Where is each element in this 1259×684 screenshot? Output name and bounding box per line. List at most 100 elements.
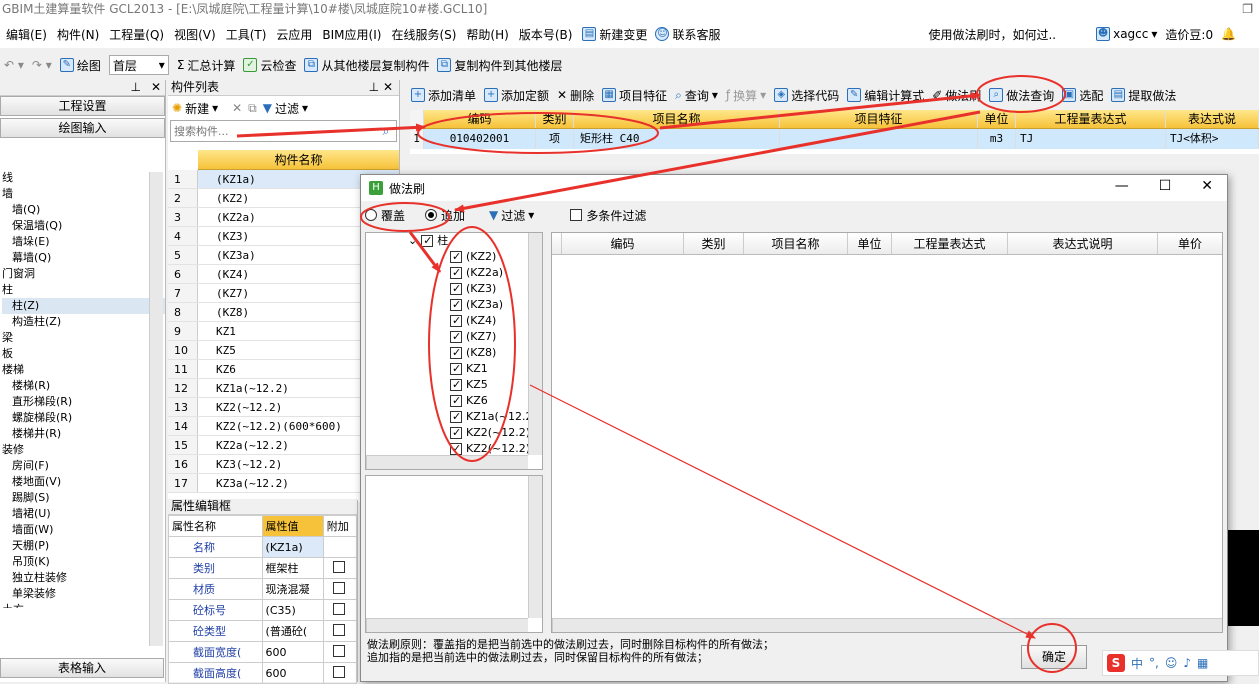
- sum-calc-button[interactable]: Σ 汇总计算: [177, 57, 236, 74]
- tree-item[interactable]: 墙(Q): [2, 202, 165, 218]
- cell-code[interactable]: 010402001: [424, 129, 536, 149]
- tree-item[interactable]: 墙: [2, 186, 165, 202]
- new-change-button[interactable]: ▤ 新建变更: [582, 26, 647, 43]
- project-settings-button[interactable]: 工程设置: [0, 96, 165, 116]
- item-feature-button[interactable]: ▦ 项目特征: [602, 87, 667, 104]
- menu-tools[interactable]: 工具(T): [226, 26, 267, 43]
- minimize-icon[interactable]: —: [1115, 178, 1129, 194]
- tree-item[interactable]: 楼梯井(R): [2, 426, 165, 442]
- tree-checkbox[interactable]: [450, 313, 462, 329]
- redo-icon[interactable]: ↷ ▾: [32, 58, 52, 72]
- table-input-button[interactable]: 表格输入: [0, 658, 164, 678]
- tree-item[interactable]: (KZ7): [366, 329, 542, 345]
- tree-item[interactable]: 板: [2, 346, 165, 362]
- tree-item[interactable]: 幕墙(Q): [2, 250, 165, 266]
- scrollbar[interactable]: [528, 233, 542, 455]
- scrollbar[interactable]: [528, 476, 542, 618]
- cell-type[interactable]: 项: [536, 129, 574, 149]
- append-radio[interactable]: [425, 209, 438, 221]
- property-value[interactable]: 现浇混凝: [261, 578, 324, 600]
- tree-item[interactable]: 房间(F): [2, 458, 165, 474]
- tree-item[interactable]: KZ6: [366, 393, 542, 409]
- tree-checkbox[interactable]: [450, 345, 462, 361]
- property-value[interactable]: 框架柱: [261, 557, 324, 579]
- tree-root[interactable]: ⌄柱: [366, 233, 542, 249]
- copy-from-floor-button[interactable]: ⧉ 从其他楼层复制构件: [304, 57, 429, 74]
- table-row[interactable]: 材质 现浇混凝: [168, 578, 358, 600]
- search-input[interactable]: [171, 124, 376, 138]
- tree-checkbox[interactable]: [450, 425, 462, 441]
- menu-version[interactable]: 版本号(B): [519, 26, 573, 43]
- tree-item[interactable]: 柱: [2, 282, 165, 298]
- draw-input-button[interactable]: 绘图输入: [0, 118, 165, 138]
- search-icon[interactable]: ⌕: [376, 124, 396, 139]
- tree-item[interactable]: KZ1: [366, 361, 542, 377]
- copy-to-floor-button[interactable]: ⧉ 复制构件到其他楼层: [437, 57, 562, 74]
- restore-icon[interactable]: ❐: [1242, 2, 1253, 16]
- undo-icon[interactable]: ↶ ▾: [4, 58, 24, 72]
- hint-text[interactable]: 使用做法刷时，如何过..: [928, 26, 1056, 43]
- tree-item[interactable]: 墙垛(E): [2, 234, 165, 250]
- tree-item[interactable]: 独立柱装修: [2, 570, 165, 586]
- tree-item[interactable]: 土方: [2, 602, 165, 608]
- tree-item[interactable]: 构造柱(Z): [2, 314, 165, 330]
- delete-icon[interactable]: ✕: [232, 101, 242, 115]
- edit-formula-button[interactable]: ✎ 编辑计算式: [847, 87, 924, 104]
- tree-item[interactable]: 踢脚(S): [2, 490, 165, 506]
- cell-item-feature[interactable]: [780, 129, 978, 149]
- add-list-button[interactable]: + 添加清单: [411, 87, 476, 104]
- tree-item[interactable]: 线: [2, 170, 165, 186]
- scrollbar-horizontal[interactable]: [366, 618, 528, 632]
- tree-checkbox[interactable]: [421, 233, 434, 249]
- multi-filter-checkbox[interactable]: [570, 209, 583, 221]
- menu-view[interactable]: 视图(V): [174, 26, 216, 43]
- ok-button[interactable]: 确定: [1021, 645, 1087, 669]
- scrollbar-horizontal[interactable]: [552, 618, 1222, 632]
- tree-item[interactable]: KZ1a(~12.2): [366, 409, 542, 425]
- bell-icon[interactable]: 🔔: [1221, 27, 1236, 41]
- tree-item[interactable]: 楼梯(R): [2, 378, 165, 394]
- match-button[interactable]: ▣ 选配: [1062, 87, 1103, 104]
- draw-button[interactable]: ✎ 绘图: [59, 57, 101, 74]
- tree-checkbox[interactable]: [450, 393, 462, 409]
- tree-item[interactable]: 墙裙(U): [2, 506, 165, 522]
- microphone-icon[interactable]: ♪: [1183, 656, 1191, 670]
- tree-item[interactable]: (KZ2): [366, 249, 542, 265]
- menu-help[interactable]: 帮助(H): [466, 26, 508, 43]
- property-value[interactable]: (普通砼(: [261, 620, 324, 642]
- copy-icon[interactable]: ⧉: [248, 101, 257, 116]
- tree-item[interactable]: 门窗洞: [2, 266, 165, 282]
- tree-item[interactable]: (KZ3): [366, 281, 542, 297]
- tree-item[interactable]: 天棚(P): [2, 538, 165, 554]
- tree-checkbox[interactable]: [450, 409, 462, 425]
- tree-item[interactable]: 单梁装修: [2, 586, 165, 602]
- table-row[interactable]: 1 010402001 项 矩形柱 C40 m3 TJ TJ<体积>: [410, 129, 1259, 149]
- extract-method-button[interactable]: ▤ 提取做法: [1111, 87, 1176, 104]
- menu-component[interactable]: 构件(N): [57, 26, 99, 43]
- chevron-down-icon[interactable]: ⌄: [408, 233, 417, 249]
- menu-cloud[interactable]: 云应用: [276, 26, 312, 43]
- table-row[interactable]: 截面宽度(600: [168, 641, 358, 663]
- tree-item[interactable]: 梁: [2, 330, 165, 346]
- tree-item[interactable]: 保温墙(Q): [2, 218, 165, 234]
- ime-logo-icon[interactable]: S: [1107, 654, 1125, 672]
- menu-online[interactable]: 在线服务(S): [391, 26, 456, 43]
- tree-item-selected[interactable]: 柱(Z): [2, 298, 165, 314]
- tree-checkbox[interactable]: [450, 329, 462, 345]
- maximize-icon[interactable]: ☐: [1159, 178, 1172, 194]
- cell-item-name[interactable]: 矩形柱 C40: [574, 129, 780, 149]
- attach-checkbox[interactable]: [332, 581, 345, 594]
- cell-unit[interactable]: m3: [978, 129, 1016, 149]
- property-value[interactable]: (C35): [261, 599, 324, 621]
- select-code-button[interactable]: ◈ 选择代码: [774, 87, 839, 104]
- overwrite-radio[interactable]: [365, 209, 377, 221]
- cloud-check-button[interactable]: ✓ 云检查: [243, 57, 296, 74]
- property-value[interactable]: 600: [261, 662, 324, 684]
- tree-item[interactable]: 墙面(W): [2, 522, 165, 538]
- tree-checkbox[interactable]: [450, 297, 462, 313]
- scrollbar-horizontal[interactable]: [366, 455, 528, 469]
- new-component-button[interactable]: ✺ 新建 ▾: [172, 100, 218, 117]
- scrollbar[interactable]: [149, 172, 163, 646]
- table-row[interactable]: 截面高度(600: [168, 662, 358, 684]
- attach-checkbox[interactable]: [332, 665, 345, 678]
